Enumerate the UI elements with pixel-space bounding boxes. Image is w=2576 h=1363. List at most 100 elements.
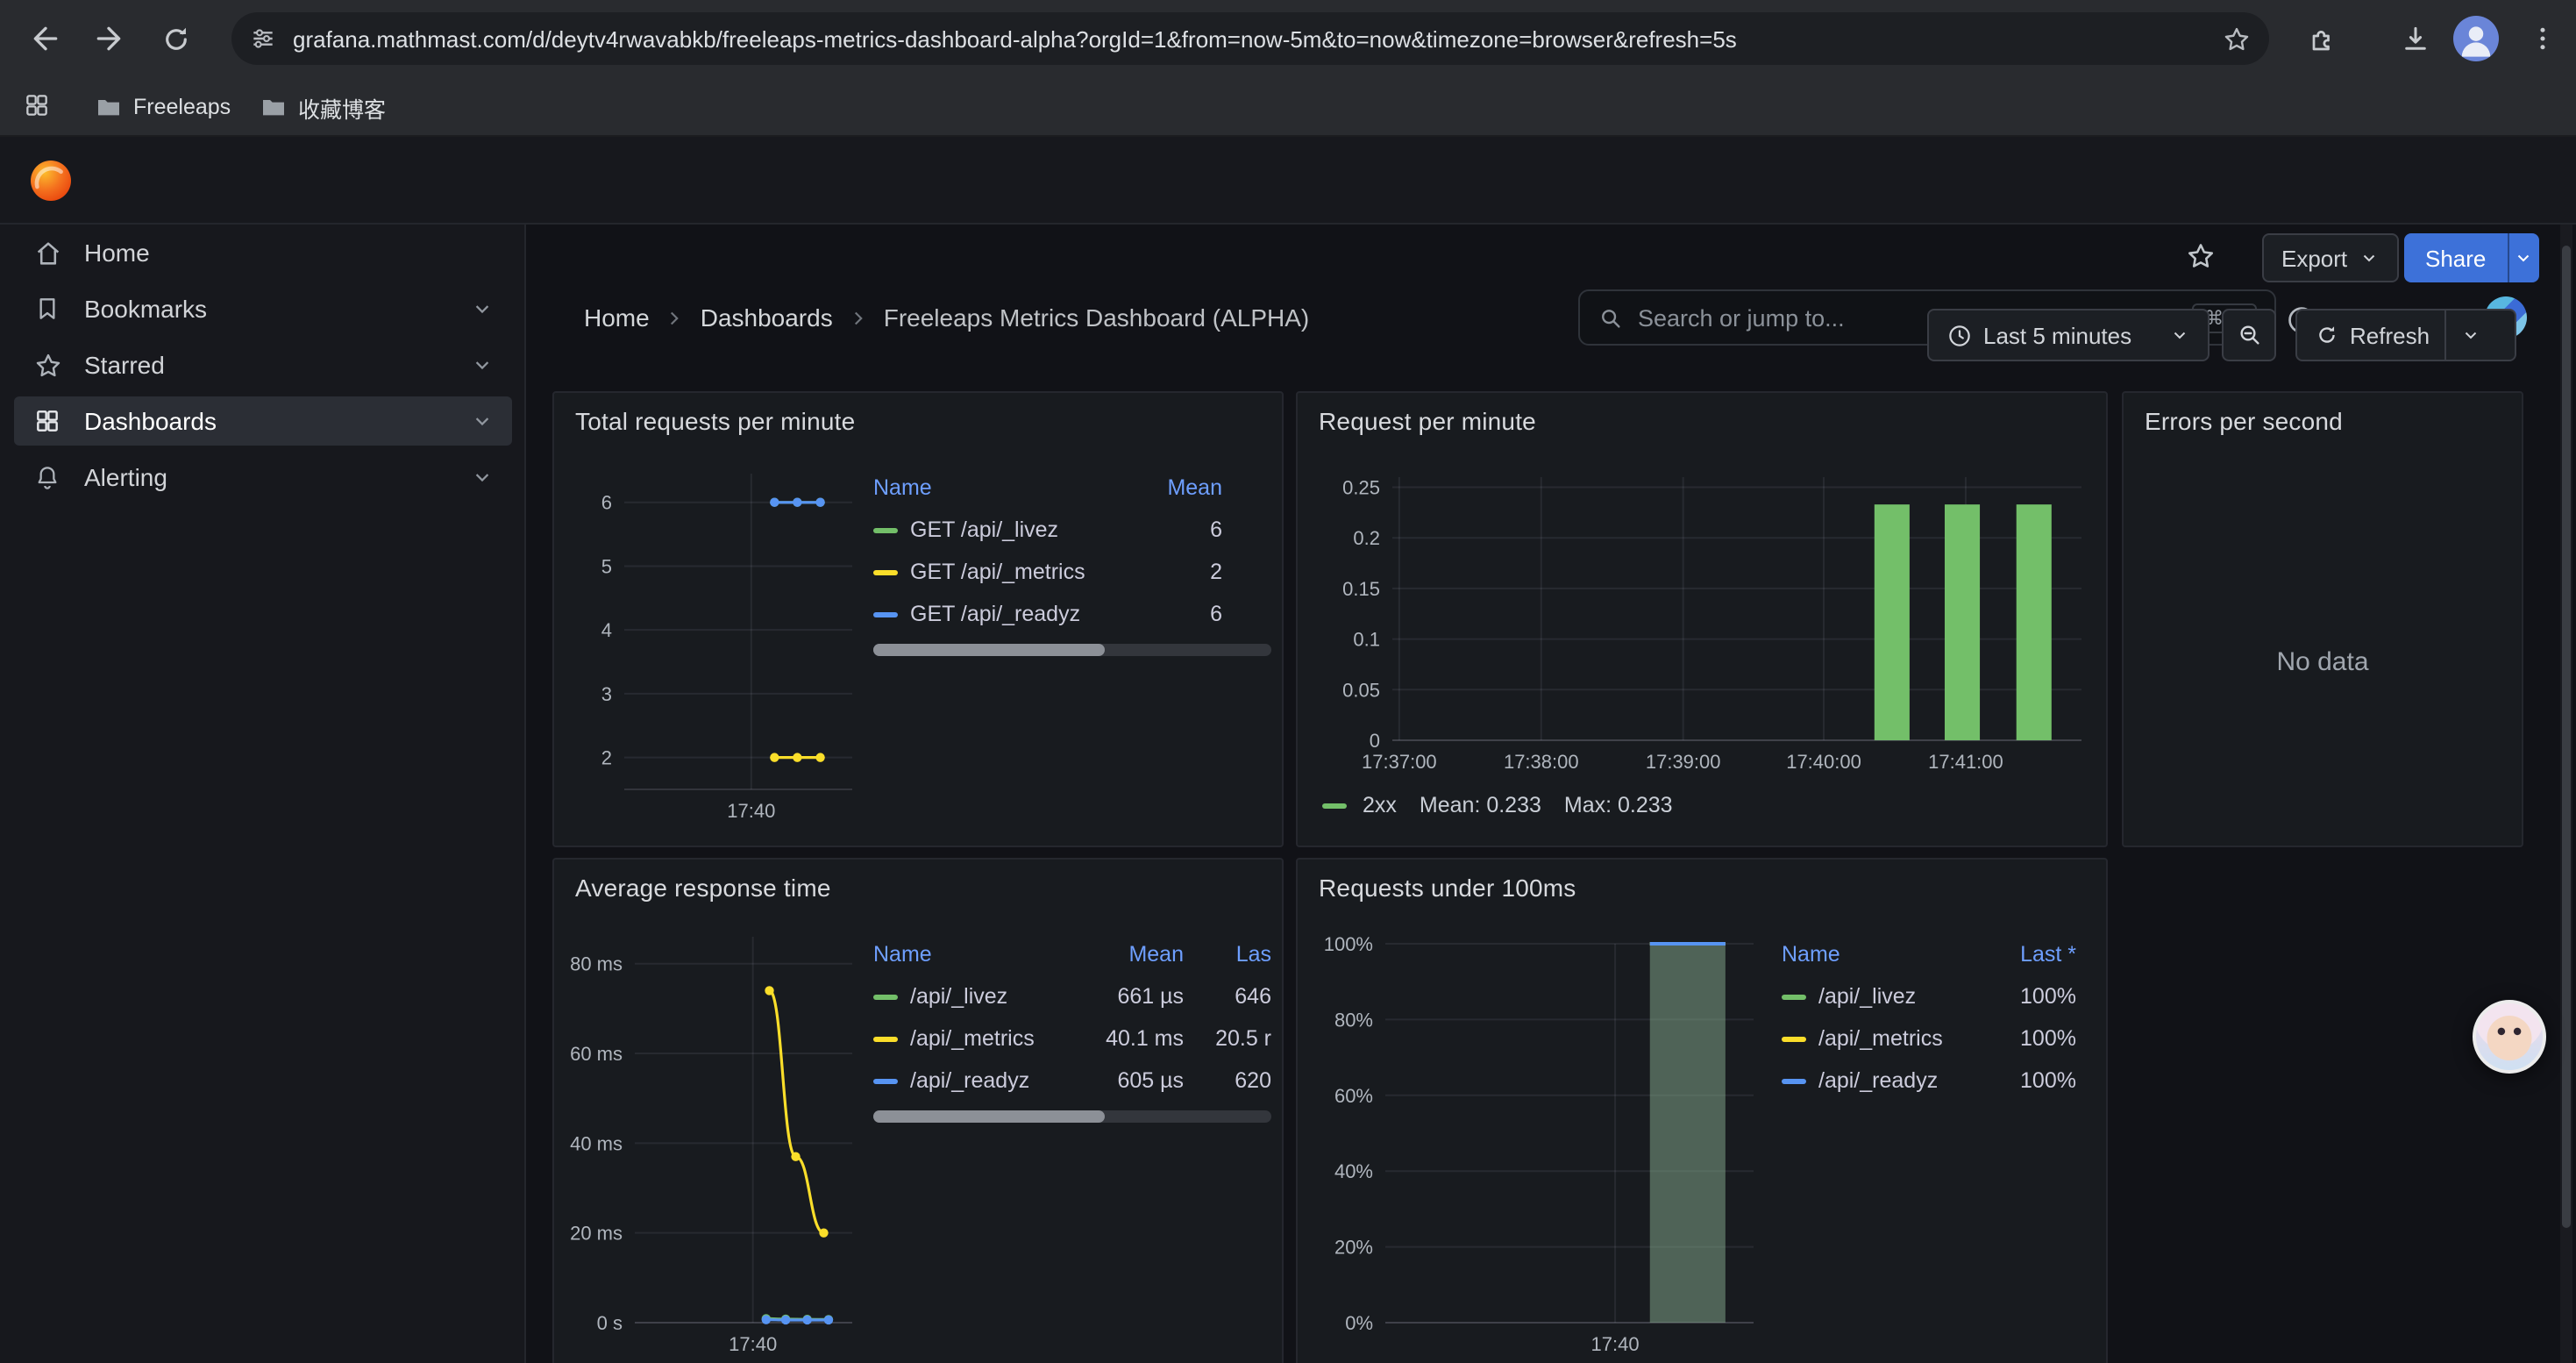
- clock-icon: [1946, 322, 1973, 348]
- request-per-minute-chart[interactable]: 0.250.20.150.10.05017:37:0017:38:0017:39…: [1305, 453, 2099, 789]
- browser-forward-button[interactable]: [84, 14, 133, 63]
- zoom-out-icon: [2235, 321, 2263, 349]
- sidebar-item-alerting[interactable]: Alerting: [14, 453, 512, 502]
- url-bar[interactable]: grafana.mathmast.com/d/deytv4rwavabkb/fr…: [231, 12, 2269, 65]
- table-row[interactable]: /api/_livez 100%: [1782, 975, 2087, 1017]
- sidebar-item-dashboards[interactable]: Dashboards: [14, 396, 512, 446]
- bookmark-star-icon[interactable]: [2222, 24, 2252, 54]
- sidebar-item-home[interactable]: Home: [14, 228, 512, 277]
- svg-text:0: 0: [1370, 730, 1380, 752]
- site-info-icon[interactable]: [249, 25, 277, 53]
- table-scrollbar[interactable]: [873, 1110, 1271, 1123]
- share-button[interactable]: Share: [2404, 233, 2538, 282]
- chevron-down-icon[interactable]: [470, 353, 495, 377]
- table-row[interactable]: GET /api/_readyz 6: [873, 593, 1271, 635]
- browser-menu-kebab-icon[interactable]: [2518, 14, 2567, 63]
- panel-legend-table: Name Mean Las /api/_livez 661 µs 646 /ap…: [873, 933, 1271, 1123]
- series-name[interactable]: GET /api/_livez: [910, 517, 1058, 542]
- under-100ms-chart[interactable]: 100%80%60%40%20%0%17:40: [1305, 919, 1764, 1358]
- grafana-logo[interactable]: [28, 158, 74, 203]
- series-name[interactable]: /api/_livez: [1818, 984, 1916, 1009]
- series-mean: 661 µs: [1075, 984, 1184, 1009]
- panel-title[interactable]: Requests under 100ms: [1319, 874, 1576, 902]
- table-scrollbar-thumb[interactable]: [873, 644, 1104, 656]
- chevron-down-icon[interactable]: [470, 465, 495, 489]
- breadcrumb-current: Freeleaps Metrics Dashboard (ALPHA): [884, 303, 1310, 332]
- table-scrollbar-thumb[interactable]: [873, 1110, 1104, 1123]
- bookmark-label[interactable]: 收藏博客: [298, 90, 386, 124]
- time-range-picker[interactable]: Last 5 minutes: [1927, 309, 2210, 361]
- sidebar-item-bookmarks[interactable]: Bookmarks: [14, 284, 512, 333]
- panel-requests-under-100ms: Requests under 100ms 100%80%60%40%20%0%1…: [1296, 858, 2108, 1363]
- share-dropdown-chevron-icon[interactable]: [2507, 233, 2538, 282]
- bookmark-folder-freeleaps[interactable]: Freeleaps: [95, 88, 231, 126]
- share-label[interactable]: Share: [2404, 233, 2507, 282]
- series-mean: 6: [1124, 602, 1271, 626]
- apps-grid-icon[interactable]: [14, 82, 60, 128]
- chevron-down-icon[interactable]: [470, 296, 495, 321]
- table-row[interactable]: /api/_metrics 40.1 ms 20.5 r: [873, 1017, 1271, 1060]
- series-name[interactable]: GET /api/_metrics: [910, 560, 1085, 584]
- sidebar-item-starred[interactable]: Starred: [14, 340, 512, 389]
- browser-reload-button[interactable]: [151, 14, 200, 63]
- url-text[interactable]: grafana.mathmast.com/d/deytv4rwavabkb/fr…: [293, 25, 2208, 52]
- bookmark-folder-blog[interactable]: 收藏博客: [260, 88, 386, 126]
- series-mean: 605 µs: [1075, 1068, 1184, 1093]
- export-button[interactable]: Export: [2262, 233, 2398, 282]
- download-icon[interactable]: [2390, 14, 2439, 63]
- series-name[interactable]: /api/_readyz: [910, 1068, 1029, 1093]
- series-last: 100%: [1975, 1026, 2087, 1051]
- column-header-name[interactable]: Name: [1782, 942, 1975, 967]
- bookmark-label[interactable]: Freeleaps: [133, 95, 231, 119]
- column-header-last[interactable]: Last *: [1975, 942, 2087, 967]
- svg-text:6: 6: [601, 492, 612, 514]
- legend-series-name[interactable]: 2xx: [1363, 793, 1397, 817]
- series-name[interactable]: /api/_metrics: [910, 1026, 1035, 1051]
- page-scrollbar-thumb[interactable]: [2562, 246, 2571, 1228]
- series-name[interactable]: /api/_readyz: [1818, 1068, 1938, 1093]
- floating-avatar[interactable]: [2473, 1000, 2546, 1074]
- avg-response-chart[interactable]: 80 ms60 ms40 ms20 ms0 s17:40: [561, 919, 859, 1358]
- zoom-out-button[interactable]: [2222, 309, 2276, 361]
- table-row[interactable]: GET /api/_livez 6: [873, 509, 1271, 551]
- panel-title[interactable]: Request per minute: [1319, 407, 1536, 435]
- table-row[interactable]: GET /api/_metrics 2: [873, 551, 1271, 593]
- page-scrollbar[interactable]: [2560, 225, 2572, 1363]
- chevron-right-icon: [847, 306, 870, 329]
- home-icon: [32, 237, 63, 268]
- series-color-dash: [873, 1036, 898, 1041]
- total-requests-chart[interactable]: 6543217:40: [561, 453, 859, 835]
- column-header-name[interactable]: Name: [873, 475, 1124, 500]
- panel-title[interactable]: Average response time: [575, 874, 831, 902]
- favorite-star-icon[interactable]: [2176, 232, 2225, 281]
- svg-text:17:41:00: 17:41:00: [1928, 751, 2003, 773]
- sidebar-item-label: Bookmarks: [84, 295, 207, 323]
- table-row[interactable]: /api/_readyz 100%: [1782, 1060, 2087, 1102]
- breadcrumb-dashboards[interactable]: Dashboards: [701, 303, 833, 332]
- svg-text:0.25: 0.25: [1342, 477, 1380, 499]
- table-row[interactable]: /api/_livez 661 µs 646: [873, 975, 1271, 1017]
- breadcrumb-home[interactable]: Home: [584, 303, 650, 332]
- browser-back-button[interactable]: [21, 14, 70, 63]
- panel-title[interactable]: Total requests per minute: [575, 407, 855, 435]
- column-header-last[interactable]: Las: [1184, 942, 1271, 967]
- svg-text:0 s: 0 s: [597, 1312, 623, 1334]
- column-header-mean[interactable]: Mean: [1124, 475, 1271, 500]
- panel-title[interactable]: Errors per second: [2145, 407, 2343, 435]
- series-name[interactable]: /api/_livez: [910, 984, 1007, 1009]
- column-header-name[interactable]: Name: [873, 942, 1075, 967]
- chevron-down-icon[interactable]: [470, 409, 495, 433]
- column-header-mean[interactable]: Mean: [1075, 942, 1184, 967]
- browser-profile-avatar[interactable]: [2453, 16, 2499, 61]
- extensions-icon[interactable]: [2297, 14, 2346, 63]
- table-scrollbar[interactable]: [873, 644, 1271, 656]
- series-name[interactable]: /api/_metrics: [1818, 1026, 1943, 1051]
- svg-text:17:39:00: 17:39:00: [1646, 751, 1721, 773]
- table-row[interactable]: /api/_metrics 100%: [1782, 1017, 2087, 1060]
- svg-text:0.1: 0.1: [1353, 629, 1380, 651]
- refresh-button[interactable]: Refresh: [2295, 309, 2516, 361]
- svg-text:60%: 60%: [1334, 1085, 1373, 1107]
- series-name[interactable]: GET /api/_readyz: [910, 602, 1080, 626]
- star-icon: [32, 349, 63, 381]
- table-row[interactable]: /api/_readyz 605 µs 620: [873, 1060, 1271, 1102]
